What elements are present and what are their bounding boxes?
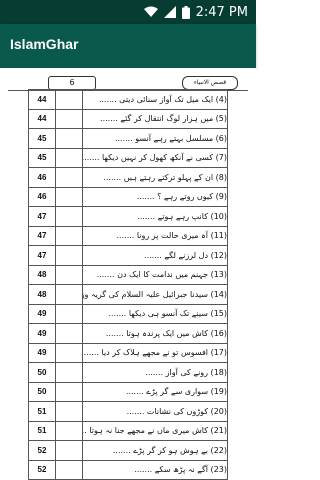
- page-cell: 50: [28, 381, 56, 402]
- status-time: 2:47 PM: [195, 4, 248, 20]
- signal-icon: [163, 6, 176, 18]
- table-row[interactable]: 49 (16) کاش میں ایک پرندہ ہوتا .......: [28, 323, 228, 344]
- entry-cell: (20) کوڑوں کی نشانات .......: [82, 401, 228, 422]
- page-cell: 47: [28, 225, 56, 246]
- status-bar: 2:47 PM: [0, 0, 256, 24]
- page-cell: 48: [28, 264, 56, 285]
- entry-cell: (13) جہنم میں ندامت کا ایک دن .......: [82, 264, 228, 285]
- table-row[interactable]: 48 (14) سیدنا جبرائیل علیہ السلام کی گریہ…: [28, 284, 228, 305]
- entry-cell: (4) ایک میل تک آواز سنائی دیتی .......: [82, 89, 228, 110]
- table-row[interactable]: 52 (23) آگے نہ پڑھ سکے .......: [28, 459, 228, 480]
- blank-cell: [55, 381, 83, 402]
- page-cell: 50: [28, 362, 56, 383]
- blank-cell: [55, 401, 83, 422]
- page-cell: 45: [28, 128, 56, 149]
- table-row[interactable]: 48 (13) جہنم میں ندامت کا ایک دن .......: [28, 264, 228, 285]
- page-cell: 48: [28, 284, 56, 305]
- page-cell: 44: [28, 89, 56, 110]
- entry-cell: (6) مسلسل بہتے رہے آنسو .......: [82, 128, 228, 149]
- blank-cell: [55, 186, 83, 207]
- blank-cell: [55, 167, 83, 188]
- blank-cell: [55, 206, 83, 227]
- blank-cell: [55, 323, 83, 344]
- blank-cell: [55, 440, 83, 461]
- blank-cell: [55, 128, 83, 149]
- page-cell: 52: [28, 440, 56, 461]
- page-cell: 47: [28, 245, 56, 266]
- table-row[interactable]: 44 (4) ایک میل تک آواز سنائی دیتی .......: [28, 89, 228, 110]
- page-number: 6: [48, 76, 96, 90]
- entry-cell: (12) دل لرزنے لگے .......: [82, 245, 228, 266]
- page-cell: 49: [28, 323, 56, 344]
- entry-cell: (8) ان کے پہلو ترکتے رہتے ہیں .......: [82, 167, 228, 188]
- blank-cell: [55, 362, 83, 383]
- table-row[interactable]: 44 (5) میں ہزار لوگ انتقال کر گئے .......: [28, 108, 228, 129]
- entry-cell: (18) رونے کی آواز .......: [82, 362, 228, 383]
- page-cell: 47: [28, 206, 56, 227]
- table-row[interactable]: 47 (12) دل لرزنے لگے .......: [28, 245, 228, 266]
- entry-cell: (10) کانپ رہے ہوتے .......: [82, 206, 228, 227]
- blank-cell: [55, 225, 83, 246]
- table-row[interactable]: 45 (6) مسلسل بہتے رہے آنسو .......: [28, 128, 228, 149]
- battery-icon: [181, 5, 190, 19]
- page-cell: 51: [28, 401, 56, 422]
- table-row[interactable]: 46 (9) کیوں روتے رہے ؟ .......: [28, 186, 228, 207]
- status-icons: 2:47 PM: [143, 0, 248, 24]
- page-cell: 46: [28, 167, 56, 188]
- table-row[interactable]: 51 (20) کوڑوں کی نشانات .......: [28, 401, 228, 422]
- table-row[interactable]: 50 (18) رونے کی آواز .......: [28, 362, 228, 383]
- table-row[interactable]: 50 (19) سواری سے گر پڑے .......: [28, 381, 228, 402]
- blank-cell: [55, 303, 83, 324]
- entry-cell: (22) بے ہوش ہو کر گر پڑے .......: [82, 440, 228, 461]
- entry-cell: (21) کاش میری ماں نے مجھے جنا نہ ہوتا ..…: [82, 420, 228, 441]
- blank-cell: [55, 89, 83, 110]
- blank-cell: [55, 147, 83, 168]
- table-row[interactable]: 47 (10) کانپ رہے ہوتے .......: [28, 206, 228, 227]
- page-cell: 49: [28, 303, 56, 324]
- entry-cell: (9) کیوں روتے رہے ؟ .......: [82, 186, 228, 207]
- page-cell: 45: [28, 147, 56, 168]
- entry-cell: (14) سیدنا جبرائیل علیہ السلام کی گریہ و…: [82, 284, 228, 305]
- contents-table: 44 (4) ایک میل تک آواز سنائی دیتی .......…: [28, 89, 228, 480]
- page-cell: 46: [28, 186, 56, 207]
- blank-cell: [55, 284, 83, 305]
- table-row[interactable]: 51 (21) کاش میری ماں نے مجھے جنا نہ ہوتا …: [28, 420, 228, 441]
- entry-cell: (17) افسوس تو نے مجھے ہلاک کر دیا ......…: [82, 342, 228, 363]
- entry-cell: (15) سینے تک آنسو ہی دیکھا .......: [82, 303, 228, 324]
- page-cell: 44: [28, 108, 56, 129]
- page-cell: 49: [28, 342, 56, 363]
- blank-cell: [55, 264, 83, 285]
- app-bar: IslamGhar: [0, 24, 256, 68]
- blank-cell: [55, 108, 83, 129]
- table-row[interactable]: 52 (22) بے ہوش ہو کر گر پڑے .......: [28, 440, 228, 461]
- page-cell: 51: [28, 420, 56, 441]
- entry-cell: (7) کسی نے آنکھ کھول کر نہیں دیکھا .....…: [82, 147, 228, 168]
- table-row[interactable]: 46 (8) ان کے پہلو ترکتے رہتے ہیں .......: [28, 167, 228, 188]
- table-row[interactable]: 47 (11) آہ میری حالت پر رونا .......: [28, 225, 228, 246]
- wifi-icon: [143, 6, 158, 18]
- blank-cell: [55, 245, 83, 266]
- blank-cell: [55, 459, 83, 480]
- blank-cell: [55, 420, 83, 441]
- entry-cell: (23) آگے نہ پڑھ سکے .......: [82, 459, 228, 480]
- entry-cell: (19) سواری سے گر پڑے .......: [82, 381, 228, 402]
- page-cell: 52: [28, 459, 56, 480]
- book-title: قصص الانبیاء: [182, 76, 238, 90]
- entry-cell: (16) کاش میں ایک پرندہ ہوتا .......: [82, 323, 228, 344]
- table-row[interactable]: 49 (15) سینے تک آنسو ہی دیکھا .......: [28, 303, 228, 324]
- table-row[interactable]: 49 (17) افسوس تو نے مجھے ہلاک کر دیا ....…: [28, 342, 228, 363]
- blank-cell: [55, 342, 83, 363]
- table-row[interactable]: 45 (7) کسی نے آنکھ کھول کر نہیں دیکھا ...…: [28, 147, 228, 168]
- book-page[interactable]: 6 قصص الانبیاء 44 (4) ایک میل تک آواز سنا…: [0, 68, 256, 480]
- entry-cell: (5) میں ہزار لوگ انتقال کر گئے .......: [82, 108, 228, 129]
- app-title: IslamGhar: [10, 36, 79, 52]
- entry-cell: (11) آہ میری حالت پر رونا .......: [82, 225, 228, 246]
